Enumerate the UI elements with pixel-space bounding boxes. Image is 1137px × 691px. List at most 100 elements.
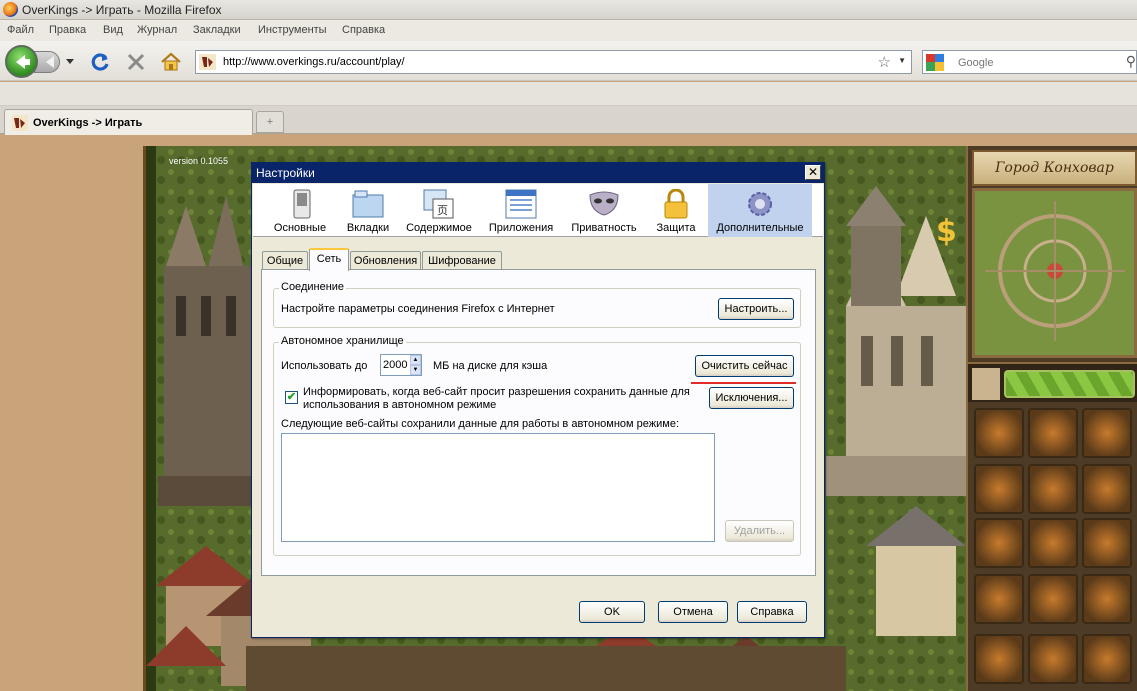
treasure-icon[interactable] [974,464,1024,514]
spin-up-icon[interactable]: ▲ [410,355,421,365]
bookmarks-toolbar [0,82,1137,106]
menu-bookmarks[interactable]: Закладки [193,24,241,36]
gear-icon [748,192,772,216]
back-button[interactable] [5,45,38,78]
menu-view[interactable]: Вид [103,24,123,36]
potion-icon[interactable] [1028,518,1078,568]
cache-unit-label: МБ на диске для кэша [433,360,548,372]
menu-file[interactable]: Файл [7,24,34,36]
offline-sites-list[interactable] [281,433,715,542]
dialog-close-button[interactable]: ✕ [805,165,821,180]
address-bar[interactable]: http://www.overkings.ru/account/play/ ☆ … [195,50,912,74]
exceptions-button[interactable]: Исключения... [709,387,794,409]
reload-icon[interactable] [89,51,111,73]
door-icon[interactable] [974,574,1024,624]
dialog-titlebar: Настройки ✕ [252,163,824,183]
city-minimap[interactable] [972,188,1137,358]
spin-down-icon[interactable]: ▼ [410,365,421,375]
pane-label: Вкладки [346,222,390,234]
remove-button[interactable]: Удалить... [725,520,794,542]
google-engine-icon[interactable] [926,54,944,71]
tab-strip: OverKings -> Играть + [0,106,1137,135]
subtab-updates[interactable]: Обновления [350,251,421,270]
padlock-icon [664,189,688,219]
subtab-general[interactable]: Общие [262,251,308,270]
cards-icon[interactable] [974,518,1024,568]
tab-favicon-icon [12,115,28,131]
menu-help[interactable]: Справка [342,24,385,36]
pane-label: Основные [273,222,327,234]
armor-icon[interactable] [1028,408,1078,458]
search-magnifier-icon[interactable]: ⚲ [1126,53,1136,70]
magnifier-icon[interactable] [1082,464,1132,514]
folder-tabs-icon [352,190,384,218]
connection-caption: Соединение [279,281,347,293]
menu-history[interactable]: Журнал [137,24,177,36]
tab-overkings[interactable]: OverKings -> Играть [4,109,253,135]
window-titlebar: OverKings -> Играть - Mozilla Firefox [0,0,1137,20]
notify-label-line1: Информировать, когда веб-сайт просит раз… [303,386,690,398]
stop-icon[interactable] [125,51,147,73]
pane-tabs[interactable]: Вкладки [340,184,396,237]
subtab-encryption[interactable]: Шифрование [422,251,502,270]
history-dropdown-icon[interactable] [64,55,76,67]
svg-text:$: $ [936,214,957,249]
scroll-icon[interactable] [1028,464,1078,514]
firefox-icon [3,2,18,17]
cache-size-spinner[interactable]: 2000 ▲ ▼ [380,354,422,376]
menu-tools[interactable]: Инструменты [258,24,327,36]
pane-label: Дополнительные [716,222,804,234]
url-dropdown-icon[interactable]: ▼ [898,56,906,65]
search-bar[interactable]: Google ⚲ [922,50,1137,74]
back-arrow-icon [16,55,30,69]
ok-button[interactable]: OK [579,601,645,623]
svg-text:页: 页 [437,205,448,217]
network-tab-panel: Соединение Настройте параметры соединени… [261,269,816,576]
map-scroll-icon[interactable] [1082,408,1132,458]
mask-icon [589,191,619,216]
home-icon[interactable] [160,51,182,73]
help-question-icon[interactable] [1082,574,1132,624]
pane-label: Приложения [488,222,554,234]
url-text[interactable]: http://www.overkings.ru/account/play/ [223,56,405,68]
notify-checkbox[interactable]: ✔ [285,391,298,404]
cancel-button[interactable]: Отмена [658,601,728,623]
offline-sites-label: Следующие веб-сайты сохранили данные для… [281,418,680,430]
minimap-image [975,191,1134,355]
city-title: Город Конховар [972,150,1137,186]
bookmark-star-icon[interactable]: ☆ [878,53,891,71]
helmet-icon[interactable] [974,408,1024,458]
dialog-title: Настройки [256,166,315,180]
connection-group: Соединение Настройте параметры соединени… [273,281,801,328]
window-title: OverKings -> Играть - Mozilla Firefox [22,3,222,17]
movement-bar [968,362,1137,402]
use-up-to-label: Использовать до [281,360,368,372]
search-placeholder[interactable]: Google [958,57,993,69]
offline-caption: Автономное хранилище [279,335,406,347]
connection-settings-button[interactable]: Настроить... [718,298,794,320]
gauntlet-icon[interactable] [974,634,1024,684]
subtab-network[interactable]: Сеть [309,248,349,271]
pane-privacy[interactable]: Приватность [566,184,642,237]
applications-icon [505,189,537,219]
connection-description: Настройте параметры соединения Firefox с… [281,303,555,315]
pane-general[interactable]: Основные [260,184,340,237]
pane-label: Защита [656,222,696,234]
pane-advanced[interactable]: Дополнительные [708,184,812,237]
pane-security[interactable]: Защита [648,184,704,237]
down-arrow-icon[interactable] [1028,574,1078,624]
game-version: version 0.1055 [169,156,229,166]
highlight-underline [691,382,796,384]
forward-arrow-icon [46,56,54,68]
pane-applications[interactable]: Приложения [486,184,556,237]
pane-content[interactable]: 页 Содержимое [403,184,475,237]
character-portrait-icon[interactable] [1082,634,1132,684]
new-tab-button[interactable]: + [256,111,284,133]
bottles-icon[interactable] [1028,634,1078,684]
clear-now-button[interactable]: Очистить сейчас [695,355,794,377]
settings-cog-icon[interactable] [1082,518,1132,568]
cache-size-value[interactable]: 2000 [383,359,407,371]
pane-label: Приватность [571,222,637,234]
help-button[interactable]: Справка [737,601,807,623]
menu-edit[interactable]: Правка [49,24,86,36]
